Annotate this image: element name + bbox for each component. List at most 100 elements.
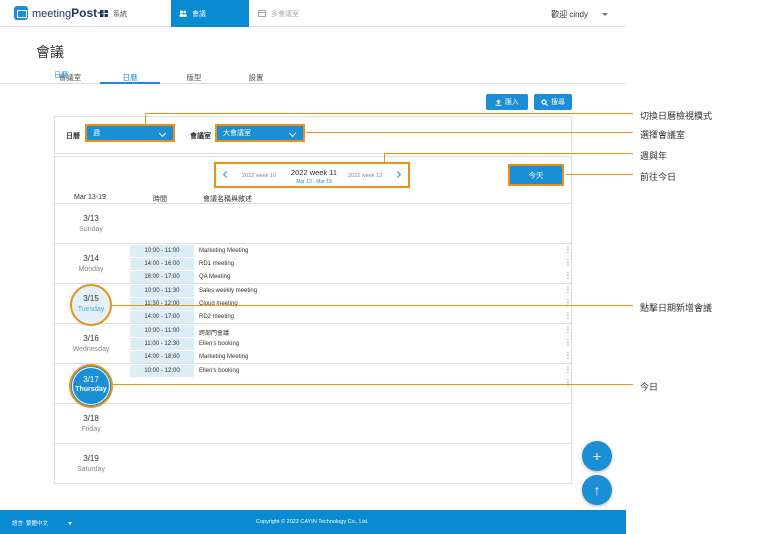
meeting-title[interactable]: QA Meeting <box>199 274 230 280</box>
logo[interactable]: meetingPost+ <box>14 6 104 20</box>
callout-line <box>384 153 385 162</box>
meeting-time[interactable]: 14:00 - 16:00 <box>130 258 194 270</box>
selected-date-circle[interactable] <box>70 284 112 326</box>
language-select[interactable]: 語言: 繁體中文 <box>12 519 73 527</box>
meeting-title[interactable]: RD2 meeting <box>199 314 234 320</box>
nav-system[interactable]: 系統 <box>100 0 170 27</box>
meeting-time[interactable]: 11:00 - 12:30 <box>130 338 194 350</box>
callout-line <box>113 384 633 385</box>
meeting-time[interactable]: 14:00 - 18:00 <box>130 351 194 363</box>
day-name: Thursday <box>75 386 107 393</box>
meeting-title[interactable]: 跨部門會議 <box>199 328 229 337</box>
day-name: Saturday <box>76 466 106 473</box>
logo-icon <box>14 6 28 20</box>
meeting-time[interactable]: 10:00 - 11:30 <box>130 285 194 297</box>
meeting-title[interactable]: Marketing Meeting <box>199 248 248 254</box>
more-options-icon[interactable]: ⋮ <box>564 246 572 254</box>
chevron-down-icon <box>158 129 167 138</box>
today-button[interactable]: 今天 <box>508 164 564 186</box>
more-options-icon[interactable]: ⋮ <box>564 366 572 374</box>
people-icon <box>179 10 187 17</box>
day-name: Tuesday <box>77 306 105 313</box>
footer: 語言: 繁體中文 Copyright © 2022 CAYIN Technolo… <box>0 510 626 534</box>
page-title: 會議 <box>36 44 64 60</box>
day-date: 3/15 <box>83 294 99 303</box>
room-value: 大會議室 <box>223 130 251 137</box>
calendar-mode-select[interactable]: 週 <box>85 124 175 142</box>
calendar-mode-value: 週 <box>93 130 100 137</box>
meeting-time[interactable]: 14:00 - 17:00 <box>130 311 194 323</box>
upload-icon <box>495 99 502 106</box>
calendar-icon <box>258 10 266 17</box>
nav-meeting[interactable]: 會議 <box>171 0 249 27</box>
callout-line <box>145 113 633 114</box>
meeting-title[interactable]: Ellen's booking <box>199 341 239 347</box>
nav-meeting-label: 會議 <box>192 10 206 18</box>
day-name: Monday <box>78 266 104 273</box>
nav-multi-room[interactable]: 多會議室 <box>258 0 348 27</box>
column-date-range: Mar 13-19 <box>74 194 106 201</box>
meeting-time[interactable]: 10:00 - 11:00 <box>130 325 194 337</box>
tab-rooms[interactable]: 會議室 <box>40 72 100 83</box>
search-button[interactable]: 搜尋 <box>534 94 572 110</box>
day-date: 3/16 <box>83 334 99 343</box>
plus-icon: + <box>592 448 602 464</box>
search-label: 搜尋 <box>551 99 565 106</box>
more-options-icon[interactable]: ⋮ <box>564 259 572 267</box>
meeting-time[interactable]: 10:00 - 12:00 <box>130 365 194 377</box>
day-row-saturday[interactable] <box>55 444 571 484</box>
language-label: 語言: 繁體中文 <box>12 521 49 527</box>
tab-templates[interactable]: 版型 <box>164 72 224 83</box>
callout-room-select: 選擇會議室 <box>640 130 686 140</box>
chevron-down-icon <box>602 13 608 17</box>
meeting-title[interactable]: Cloud meeting <box>199 301 238 307</box>
active-tab-indicator <box>100 82 160 84</box>
day-name: Wednesday <box>72 346 110 353</box>
prev-week[interactable]: 2022 week 10 <box>242 173 276 179</box>
meeting-title[interactable]: Marketing Meeting <box>199 354 248 360</box>
meeting-title[interactable]: RD1 meeting <box>199 261 234 267</box>
day-name: Friday <box>81 426 101 433</box>
meeting-time[interactable]: 10:00 - 11:00 <box>130 245 194 257</box>
tab-settings[interactable]: 設置 <box>226 72 286 83</box>
add-meeting-button[interactable]: + <box>582 441 612 471</box>
callout-line <box>384 153 633 154</box>
day-date: 3/17 <box>83 375 99 384</box>
callout-week-year: 週與年 <box>640 151 668 161</box>
day-date: 3/14 <box>83 254 99 263</box>
scroll-top-button[interactable]: ↑ <box>582 475 612 505</box>
callout-click-date: 點擊日期新增會議 <box>640 303 713 313</box>
next-week[interactable]: 2022 week 12 <box>348 173 382 179</box>
more-options-icon[interactable]: ⋮ <box>564 286 572 294</box>
callout-line <box>112 305 633 306</box>
room-label: 會議室 <box>190 133 211 140</box>
room-select[interactable]: 大會議室 <box>215 124 305 142</box>
day-date: 3/19 <box>83 454 99 463</box>
more-options-icon[interactable]: ⋮ <box>564 272 572 280</box>
logo-main: Post <box>71 6 98 20</box>
top-bar: meetingPost+ 系統 會議 多會議室 歡迎 cindy <box>0 0 626 27</box>
meeting-time[interactable]: 11:30 - 12:00 <box>130 298 194 310</box>
user-menu[interactable]: 歡迎 cindy <box>551 9 608 20</box>
day-date: 3/18 <box>83 414 99 423</box>
section-label: 日曆 <box>54 72 68 79</box>
callout-today: 今日 <box>640 382 659 392</box>
import-button[interactable]: 匯入 <box>486 94 528 110</box>
chevron-left-icon[interactable] <box>222 170 231 179</box>
meeting-time[interactable]: 16:00 - 17:00 <box>130 271 194 283</box>
more-options-icon[interactable]: ⋮ <box>564 312 572 320</box>
calendar-mode-label: 日曆 <box>66 133 80 140</box>
arrow-up-icon: ↑ <box>593 482 601 498</box>
chevron-right-icon[interactable] <box>393 170 402 179</box>
more-options-icon[interactable]: ⋮ <box>564 339 572 347</box>
more-options-icon[interactable]: ⋮ <box>564 326 572 334</box>
import-label: 匯入 <box>505 99 519 106</box>
day-row-sunday[interactable] <box>55 204 571 244</box>
more-options-icon[interactable]: ⋮ <box>564 379 572 387</box>
day-date: 3/13 <box>83 214 99 223</box>
meeting-title[interactable]: Ellen's booking <box>199 368 239 374</box>
more-options-icon[interactable]: ⋮ <box>564 352 572 360</box>
meeting-title[interactable]: Sales weekly meeting <box>199 288 257 294</box>
day-row-friday[interactable] <box>55 404 571 444</box>
callout-line <box>145 113 146 124</box>
